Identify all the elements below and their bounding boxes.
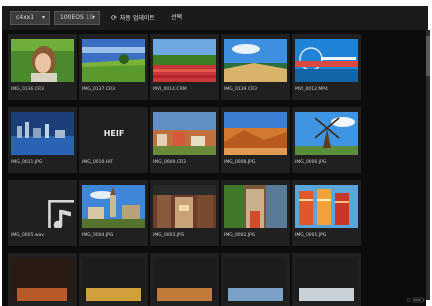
photo-thumbnail [153,185,216,228]
photo-image [82,39,145,82]
file-name-label: IMG_0136.CR3 [11,87,44,92]
file-thumbnail-tile[interactable]: IMG_0008.JPG [221,107,290,173]
camera-select-value: c4xx1 [16,14,35,21]
file-thumbnail-tile[interactable]: IMG_0136.CR3 [8,34,77,100]
heif-placeholder: HEIF [82,112,145,155]
file-name-label: MVI_0012.MP4 [295,87,328,92]
file-thumbnail-tile[interactable] [150,253,219,306]
photo-image [224,112,287,155]
photo-thumbnail [295,112,358,155]
photo-thumbnail [82,39,145,82]
photo-thumbnail [153,39,216,82]
photo-thumbnail [224,39,287,82]
battery-icon [406,297,425,303]
file-thumbnail-tile[interactable]: IMG_0009.CR3 [150,107,219,173]
file-name-label: IMG_0005.wav [11,233,44,238]
photo-image [224,185,287,228]
file-thumbnail-tile[interactable] [292,253,361,306]
file-name-label: IMG_0010.HIF [82,160,114,165]
photo-thumbnail [11,112,74,155]
folder-select-value: 100EOS [60,14,84,21]
photo-image [295,258,358,301]
file-name-label: IMG_0137.CR3 [82,87,115,92]
photo-image [153,258,216,301]
chevron-down-icon: ▾ [91,14,95,21]
photo-thumbnail [153,258,216,301]
photo-image [153,39,216,82]
app-window: c4xx1 ▾ 100EOS 1D ▾ ⟳ 자동 업데이트 선택 IMG_0136… [0,0,432,306]
file-name-label: IMG_0002.JPG [224,233,256,238]
photo-thumbnail [295,185,358,228]
file-thumbnail-tile[interactable] [221,253,290,306]
audio-placeholder [11,185,74,228]
photo-thumbnail [11,258,74,301]
file-name-label: MVI_0014.CRM [153,87,187,92]
file-name-label: IMG_0004.JPG [82,233,114,238]
file-name-label: IMG_0001.JPG [295,233,327,238]
photo-image [224,39,287,82]
file-thumbnail-tile[interactable]: IMG_0011.JPG [8,107,77,173]
file-name-label: IMG_0003.JPG [153,233,185,238]
photo-thumbnail [224,258,287,301]
heif-label: HEIF [103,129,125,138]
file-thumbnail-tile[interactable]: IMG_0002.JPG [221,180,290,246]
file-thumbnail-tile[interactable]: IMG_0001.JPG [292,180,361,246]
photo-thumbnail [82,185,145,228]
status-indicator [406,297,426,305]
scrollbar-thumb[interactable] [426,36,430,76]
file-thumbnail-tile[interactable]: IMG_0139.CR3 [221,34,290,100]
file-name-label: IMG_0008.JPG [224,160,256,165]
auto-update-label: 자동 업데이트 [119,15,155,22]
toolbar: c4xx1 ▾ 100EOS 1D ▾ ⟳ 자동 업데이트 선택 [2,6,428,30]
file-thumbnail-tile[interactable]: IMG_0137.CR3 [79,34,148,100]
photo-image [11,39,74,82]
file-name-label: IMG_0139.CR3 [224,87,257,92]
photo-image [11,258,74,301]
file-name-label: IMG_0006.JPG [295,160,327,165]
file-thumbnail-tile[interactable] [8,253,77,306]
file-thumbnail-tile[interactable]: MVI_0014.CRM [150,34,219,100]
photo-thumbnail [224,185,287,228]
photo-image [153,112,216,155]
photo-image [82,185,145,228]
photo-image [11,112,74,155]
photo-image [295,112,358,155]
file-thumbnail-tile[interactable]: IMG_0003.JPG [150,180,219,246]
file-thumbnail-tile[interactable]: IMG_0005.wav [8,180,77,246]
file-name-label: IMG_0009.CR3 [153,160,186,165]
camera-select[interactable]: c4xx1 ▾ [10,11,50,25]
file-thumbnail-tile[interactable]: IMG_0006.JPG [292,107,361,173]
refresh-icon: ⟳ [111,14,117,22]
audio-file-icon [48,200,74,228]
photo-image [224,258,287,301]
vertical-scrollbar[interactable] [426,30,430,300]
photo-image [82,258,145,301]
file-name-label: IMG_0011.JPG [11,160,43,165]
photo-thumbnail [295,39,358,82]
thumbnail-grid: IMG_0136.CR3 IMG_0137.CR3 MVI_0014.CRM IMG_… [2,30,426,306]
photo-thumbnail [11,39,74,82]
photo-thumbnail [295,258,358,301]
photo-thumbnail [224,112,287,155]
folder-select[interactable]: 100EOS 1D ▾ [54,11,100,25]
photo-image [295,185,358,228]
file-thumbnail-tile[interactable] [79,253,148,306]
select-label: 선택 [171,14,183,21]
select-button[interactable]: 선택 [171,11,182,25]
photo-image [295,39,358,82]
file-thumbnail-tile[interactable]: MVI_0012.MP4 [292,34,361,100]
photo-thumbnail [153,112,216,155]
file-thumbnail-tile[interactable]: HEIF IMG_0010.HIF [79,107,148,173]
file-thumbnail-tile[interactable]: IMG_0004.JPG [79,180,148,246]
chevron-down-icon: ▾ [41,14,45,21]
photo-thumbnail [82,258,145,301]
photo-image [153,185,216,228]
auto-update-button[interactable]: ⟳ 자동 업데이트 [111,11,155,25]
